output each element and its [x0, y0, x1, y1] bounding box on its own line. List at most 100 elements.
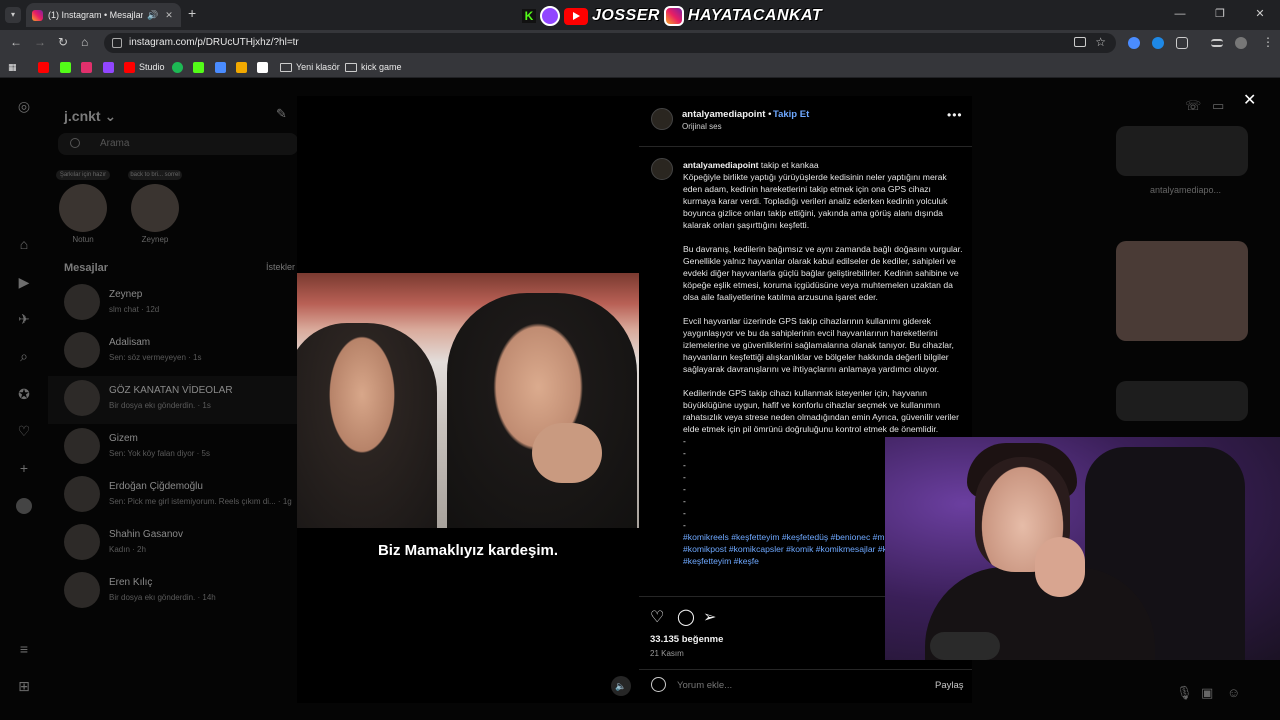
shared-reel-thumbnail[interactable] — [1116, 241, 1248, 341]
conversation-preview: Kadın · 2h — [109, 545, 146, 554]
extensions-puzzle-icon[interactable] — [1176, 37, 1188, 49]
image-upload-icon[interactable]: ▣ — [1201, 685, 1213, 701]
reels-icon[interactable]: ▶ — [16, 274, 32, 290]
share-icon[interactable]: ➢ — [703, 607, 716, 627]
sticker-icon[interactable]: ☺ — [1227, 685, 1240, 700]
tab-search-menu-icon[interactable]: ▾ — [5, 7, 21, 23]
bookmark-youtube[interactable] — [38, 61, 53, 73]
apps-icon[interactable]: ⊞ — [16, 678, 32, 694]
bookmark-white[interactable] — [257, 61, 272, 73]
account-username[interactable]: j.cnkt ⌄ — [64, 108, 116, 125]
browser-tab-instagram[interactable]: (1) Instagram • Mesajlar 🔊 ✕ — [26, 3, 181, 27]
home-icon[interactable]: ⌂ — [16, 236, 32, 252]
comment-input[interactable] — [677, 680, 897, 691]
conversation-name: Adalisam — [109, 337, 151, 348]
bookmark-star-icon[interactable]: ☆ — [1095, 35, 1106, 49]
author-avatar[interactable] — [651, 108, 673, 130]
create-plus-icon[interactable]: + — [16, 460, 32, 476]
kick-logo-icon: K — [522, 9, 536, 23]
back-arrow-icon[interactable]: ← — [10, 35, 22, 49]
caption-lead: takip et kankaa — [760, 160, 819, 170]
author-avatar[interactable] — [651, 158, 673, 180]
extension-shield-icon[interactable] — [1152, 37, 1164, 49]
instagram-logo-icon[interactable]: ◎ — [16, 98, 32, 114]
search-placeholder: Arama — [100, 138, 130, 149]
conversation-name: Shahin Gasanov — [109, 529, 183, 540]
more-options-icon[interactable]: ••• — [947, 108, 963, 122]
phone-icon[interactable]: ☏ — [1185, 98, 1201, 114]
bookmark-folder-kick-game[interactable]: kick game — [345, 61, 402, 73]
conversation-preview: Sen: Pick me girl istemiyorum. Reels çık… — [109, 497, 292, 506]
dm-search-input[interactable]: Arama — [58, 133, 298, 155]
conversation-row[interactable]: Eren Kılıç Bir dosya ekı gönderdin. · 14h — [48, 568, 298, 616]
bookmark-kick-2[interactable] — [193, 61, 208, 73]
like-count[interactable]: 33.135 beğenme — [650, 634, 723, 645]
new-message-icon[interactable]: ✎ — [276, 106, 287, 122]
conversation-name: Eren Kılıç — [109, 577, 153, 588]
note-name: Notun — [72, 235, 94, 244]
reel-video-player[interactable]: Biz Mamaklıyız kardeşim. 🔈 — [297, 96, 639, 703]
close-window-icon[interactable]: ✕ — [1240, 0, 1280, 30]
media-controls-icon[interactable] — [1211, 39, 1223, 47]
bookmark-blue[interactable] — [215, 61, 230, 73]
voice-message-icon[interactable]: 🎙 — [1176, 685, 1193, 701]
extension-audio-icon[interactable] — [1128, 37, 1140, 49]
close-modal-button[interactable]: ✕ — [1243, 90, 1256, 110]
url-text[interactable]: instagram.com/p/DRUcUTHjxhz/?hl=tr — [129, 37, 299, 48]
post-comment-button[interactable]: Paylaş — [935, 680, 964, 691]
tab-audio-icon[interactable]: 🔊 — [147, 10, 159, 21]
tab-close-icon[interactable]: ✕ — [163, 10, 175, 21]
site-info-icon[interactable] — [112, 38, 122, 48]
new-tab-button[interactable]: + — [188, 5, 196, 21]
direct-icon[interactable]: ✈ — [16, 311, 32, 327]
reload-icon[interactable]: ↻ — [58, 35, 68, 49]
omnibox[interactable]: instagram.com/p/DRUcUTHjxhz/?hl=tr ☆ — [104, 33, 1116, 53]
streamer-hand — [1035, 537, 1085, 597]
conversation-preview: Bir dosya ekı gönderdin. · 1s — [109, 401, 211, 410]
comment-icon[interactable]: ◯ — [677, 607, 695, 627]
conversation-row[interactable]: Adalisam Sen: söz vermeyeyen · 1s — [48, 328, 298, 376]
messages-heading: Mesajlar — [64, 262, 109, 274]
install-app-icon[interactable] — [1074, 37, 1086, 47]
follow-button[interactable]: Takip Et — [773, 109, 809, 120]
bookmark-studio[interactable]: Studio — [124, 61, 165, 73]
home-icon[interactable]: ⌂ — [81, 35, 88, 49]
bookmark-kick[interactable] — [60, 61, 75, 73]
post-author[interactable]: antalyamediapoint • — [682, 109, 771, 120]
minimize-icon[interactable]: — — [1160, 0, 1200, 30]
note-bubble: Şarkılar için hazır — [56, 170, 110, 180]
conversation-row[interactable]: Erdoğan Çiğdemoğlu Sen: Pick me girl iste… — [48, 472, 298, 520]
note-item[interactable]: back to bri... sorrel Zeynep — [128, 170, 182, 244]
instagram-logo-icon — [663, 6, 684, 26]
bookmark-spotify[interactable] — [172, 61, 187, 73]
profile-avatar-icon[interactable] — [16, 498, 32, 514]
conversation-row[interactable]: Zeynep slm chat · 12d — [48, 280, 298, 328]
notifications-heart-icon[interactable]: ♡ — [16, 423, 32, 439]
shared-reel-card[interactable] — [1116, 126, 1248, 176]
bookmark-instagram[interactable] — [81, 61, 96, 73]
forward-arrow-icon[interactable]: → — [34, 35, 46, 49]
profile-avatar-icon[interactable] — [1235, 37, 1247, 49]
bookmark-orange[interactable] — [236, 61, 251, 73]
conversation-row[interactable]: Gizem Sen: Yok köy falan diyor · 5s — [48, 424, 298, 472]
requests-link[interactable]: İstekler — [266, 262, 295, 272]
apps-grid-icon[interactable]: ▦ — [8, 61, 17, 73]
maximize-icon[interactable]: ❐ — [1200, 0, 1240, 30]
browser-menu-icon[interactable]: ⋮ — [1262, 35, 1274, 49]
mute-toggle-icon[interactable]: 🔈 — [611, 676, 631, 696]
conversation-row[interactable]: GÖZ KANATAN VİDEOLAR Bir dosya ekı gönder… — [48, 376, 298, 424]
search-icon[interactable]: ⌕ — [16, 348, 32, 364]
video-call-icon[interactable]: ▭ — [1212, 98, 1224, 114]
bookmark-twitch[interactable] — [103, 61, 118, 73]
emoji-icon[interactable] — [651, 677, 666, 692]
conversation-name: Gizem — [109, 433, 138, 444]
explore-icon[interactable]: ✪ — [16, 386, 32, 402]
bookmark-folder-yeni-klasor[interactable]: Yeni klasör — [280, 61, 340, 73]
shared-reel-card[interactable] — [1116, 381, 1248, 421]
like-heart-icon[interactable]: ♡ — [650, 607, 664, 627]
note-item[interactable]: Şarkılar için hazır Notun — [56, 170, 110, 244]
conversation-row[interactable]: Shahin Gasanov Kadın · 2h — [48, 520, 298, 568]
more-menu-icon[interactable]: ≡ — [16, 641, 32, 657]
caption-author[interactable]: antalyamediapoint — [683, 160, 758, 170]
audio-label[interactable]: Orijinal ses — [682, 122, 722, 131]
